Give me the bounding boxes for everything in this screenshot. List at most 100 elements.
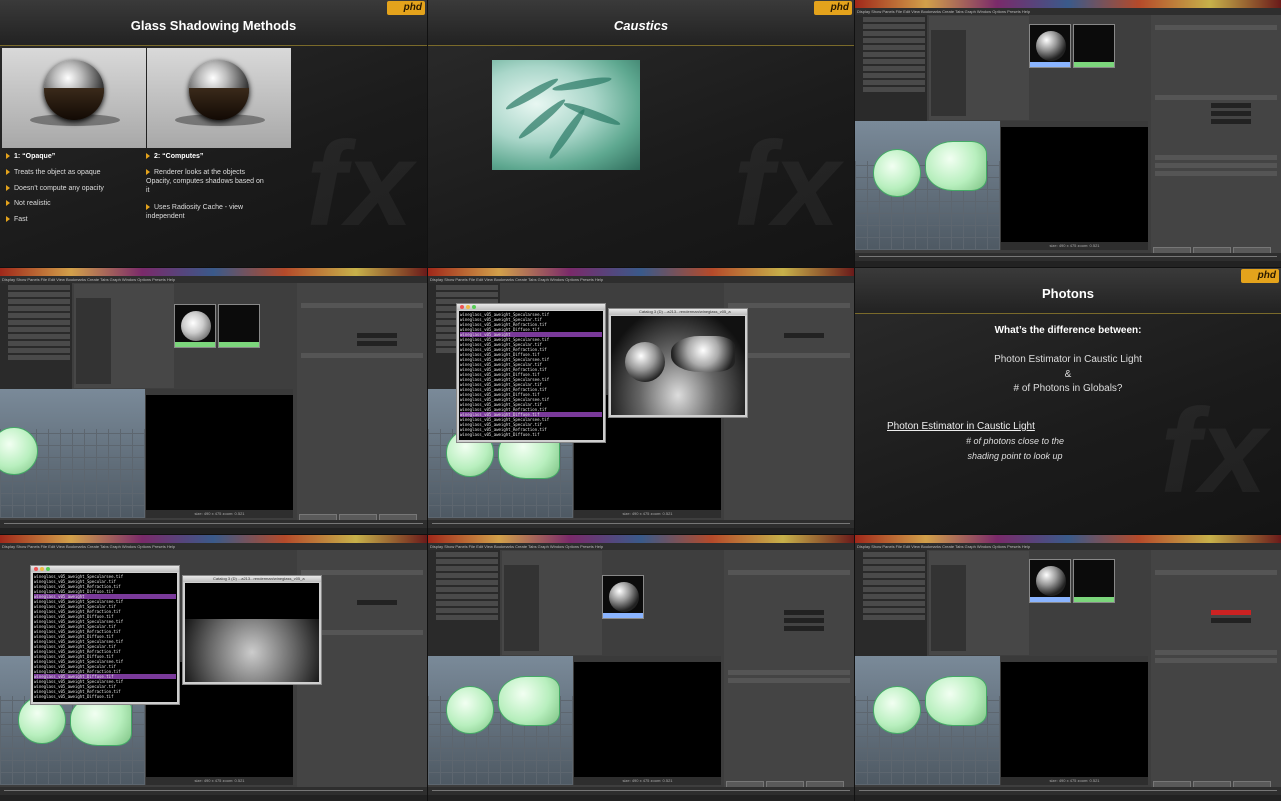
material-swatch[interactable] xyxy=(218,304,260,348)
perspective-viewport[interactable] xyxy=(855,121,1000,250)
status-line xyxy=(428,528,854,534)
status-line xyxy=(0,528,427,534)
catalog-window[interactable]: Catalog 3 (D) ...a213...renderman/winegl… xyxy=(182,575,322,685)
attribute-editor[interactable] xyxy=(1151,15,1281,253)
col1-bullet: Fast xyxy=(6,215,28,224)
perspective-viewport[interactable] xyxy=(855,656,1000,785)
render-view[interactable]: size: 490 x 475 zoom: 0.521 xyxy=(146,389,293,518)
status-line xyxy=(428,795,854,801)
render-log-list[interactable]: wineglass_v05_aweight_Specularsee.tif win… xyxy=(459,311,603,440)
status-line xyxy=(0,795,427,801)
menu-bar[interactable]: Display Show Panels File Edit View Bookm… xyxy=(0,276,427,283)
phd-logo: phd xyxy=(387,1,425,15)
attr-buttons xyxy=(299,508,423,521)
outliner-panel[interactable] xyxy=(0,283,72,389)
caustic-shadow-render xyxy=(185,583,319,619)
outliner-panel[interactable] xyxy=(428,550,500,656)
dock-bar xyxy=(855,0,1281,8)
outliner-panel[interactable] xyxy=(855,550,927,656)
log-line[interactable]: wineglass_v05_aweight_Diffuse.tif xyxy=(460,432,602,437)
menu-bar[interactable]: Display Show Panels File Edit View Bookm… xyxy=(855,8,1281,15)
catalog-window[interactable]: Catalog 3 (D) ...a213...renderman/winegl… xyxy=(608,308,748,418)
col2-bullet: Renderer looks at the objects Opacity, c… xyxy=(146,169,264,194)
material-swatch[interactable] xyxy=(1029,559,1071,603)
slide-glass-shadowing[interactable]: Glass Shadowing Methods phd fx 1: “Opaqu… xyxy=(0,0,427,267)
render-log-window[interactable]: wineglass_v05_aweight_Specularsee.tif win… xyxy=(456,303,606,443)
log-line[interactable]: wineglass_v05_aweight_Diffuse.tif xyxy=(34,694,176,699)
render-log-list[interactable]: wineglass_v05_aweight_Specularsee.tif win… xyxy=(33,573,177,702)
fx-watermark: fx xyxy=(1160,384,1267,518)
timeline[interactable] xyxy=(855,787,1281,795)
caustics-photo xyxy=(492,60,640,170)
fx-watermark: fx xyxy=(733,117,840,251)
perspective-viewport[interactable] xyxy=(428,656,573,785)
hypershade-panel[interactable] xyxy=(929,551,1029,655)
phd-logo: phd xyxy=(1241,269,1279,283)
dock-bar xyxy=(855,535,1281,543)
photons-amp: & xyxy=(1064,369,1072,380)
maya-screen[interactable]: Display Show Panels File Edit View Bookm… xyxy=(0,268,427,534)
photons-line2: # of Photons in Globals? xyxy=(1013,383,1123,394)
render-view[interactable]: size: 490 x 475 zoom: 0.521 xyxy=(1001,121,1148,250)
col1-heading: 1: “Opaque” xyxy=(6,152,55,161)
status-line xyxy=(855,261,1281,267)
menu-bar[interactable]: Display Show Panels File Edit View Bookm… xyxy=(428,543,854,550)
material-swatch[interactable] xyxy=(1029,24,1071,68)
col2-heading: 2: “Computes” xyxy=(146,152,203,161)
wineglass-render xyxy=(671,336,735,372)
attribute-editor[interactable] xyxy=(1151,550,1281,787)
maya-screen[interactable]: Display Show Panels File Edit View Bookm… xyxy=(428,268,854,534)
maya-screen[interactable]: Display Show Panels File Edit View Bookm… xyxy=(855,0,1281,267)
dock-bar xyxy=(428,535,854,543)
material-swatch[interactable] xyxy=(174,304,216,348)
dock-bar xyxy=(0,268,427,276)
timeline[interactable] xyxy=(428,787,854,795)
slide-photons[interactable]: Photons phd fx What’s the difference bet… xyxy=(855,268,1281,534)
glass-sphere-render xyxy=(625,342,665,382)
material-swatch[interactable] xyxy=(602,575,644,619)
menu-bar[interactable]: Display Show Panels File Edit View Bookm… xyxy=(855,543,1281,550)
computes-render-image xyxy=(147,48,291,148)
photons-answer-line1: # of photons close to the xyxy=(965,436,1065,446)
material-swatch[interactable] xyxy=(1073,559,1115,603)
menu-bar[interactable]: Display Show Panels File Edit View Bookm… xyxy=(0,543,427,550)
outliner-panel[interactable] xyxy=(855,15,927,121)
col2-bullet: Uses Radiosity Cache - view independent xyxy=(146,204,244,220)
timeline[interactable] xyxy=(428,520,854,528)
dock-bar xyxy=(0,535,427,543)
render-log-window[interactable]: wineglass_v05_aweight_Specularsee.tif win… xyxy=(30,565,180,705)
hypershade-panel[interactable] xyxy=(74,284,174,388)
photons-answer-heading: Photon Estimator in Caustic Light xyxy=(887,421,1035,432)
photons-answer-line2: shading point to look up xyxy=(967,451,1063,461)
video-thumbnail-grid: Glass Shadowing Methods phd fx 1: “Opaqu… xyxy=(0,0,1281,801)
slide-caustics[interactable]: Caustics phd fx xyxy=(428,0,854,267)
attribute-editor[interactable] xyxy=(724,550,854,787)
slide-title: Photons xyxy=(1042,286,1094,301)
slide-title: Glass Shadowing Methods xyxy=(130,18,297,33)
render-view[interactable]: size: 490 x 475 zoom: 0.521 xyxy=(574,656,721,785)
col1-bullet: Doesn’t compute any opacity xyxy=(6,184,104,193)
col1-bullet: Not realistic xyxy=(6,199,51,208)
phd-logo: phd xyxy=(814,1,852,15)
fx-watermark: fx xyxy=(306,117,413,251)
col1-bullet: Treats the object as opaque xyxy=(6,168,101,177)
perspective-viewport[interactable] xyxy=(0,389,145,518)
timeline[interactable] xyxy=(0,520,427,528)
photons-question: What’s the difference between: xyxy=(994,325,1142,336)
timeline[interactable] xyxy=(855,253,1281,261)
maya-screen[interactable]: Display Show Panels File Edit View Bookm… xyxy=(0,535,427,801)
attr-buttons xyxy=(1153,241,1277,254)
render-view[interactable]: size: 490 x 475 zoom: 0.521 xyxy=(1001,656,1148,785)
menu-bar[interactable]: Display Show Panels File Edit View Bookm… xyxy=(428,276,854,283)
hypershade-panel[interactable] xyxy=(502,551,602,655)
attr-buttons xyxy=(1153,775,1277,788)
timeline[interactable] xyxy=(0,787,427,795)
maya-screen[interactable]: Display Show Panels File Edit View Bookm… xyxy=(428,535,854,801)
dock-bar xyxy=(428,268,854,276)
hypershade-panel[interactable] xyxy=(929,16,1029,120)
maya-screen[interactable]: Display Show Panels File Edit View Bookm… xyxy=(855,535,1281,801)
opaque-render-image xyxy=(2,48,146,148)
attribute-editor[interactable] xyxy=(297,283,427,520)
status-line xyxy=(855,795,1281,801)
material-swatch[interactable] xyxy=(1073,24,1115,68)
